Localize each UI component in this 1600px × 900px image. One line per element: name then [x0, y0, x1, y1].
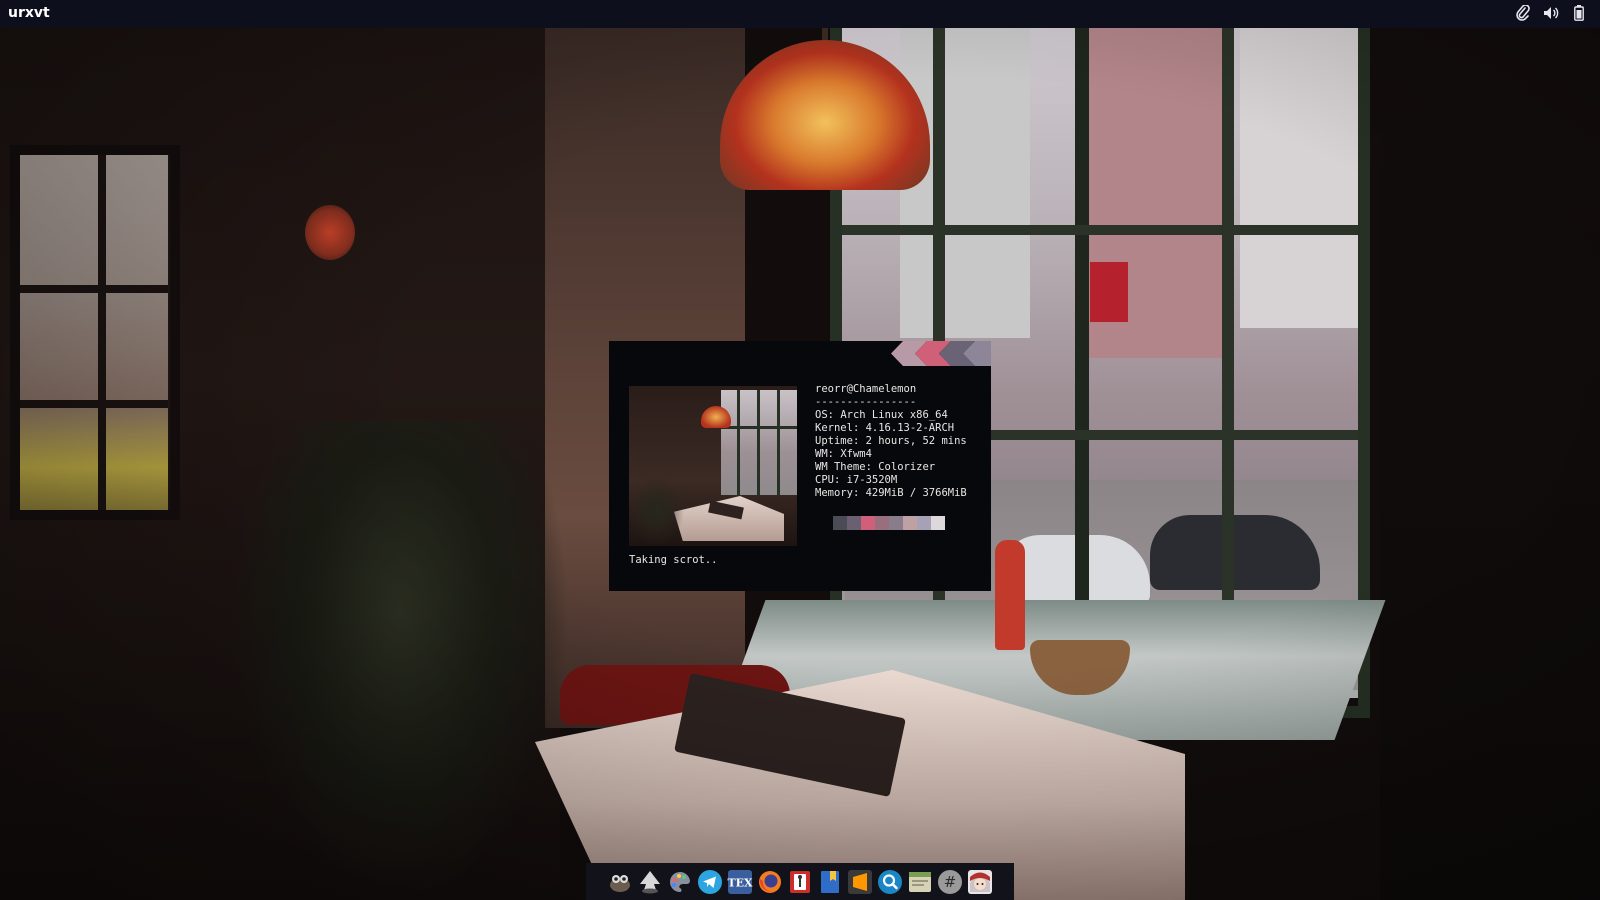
system-info: reorr@Chamelemon ---------------- OS: Arch… — [815, 383, 967, 500]
gimp-icon[interactable] — [606, 868, 634, 896]
user-host: reorr@Chamelemon — [815, 383, 917, 395]
wallpaper-thumbnail — [629, 386, 797, 546]
tex-icon[interactable]: TEX — [726, 868, 754, 896]
search-icon[interactable] — [876, 868, 904, 896]
info-value: Colorizer — [878, 461, 936, 473]
sublime-text-icon[interactable] — [846, 868, 874, 896]
info-value: 4.16.13-2-ARCH — [865, 422, 955, 434]
info-line: Uptime: 2 hours, 52 mins — [815, 435, 967, 447]
info-key: OS — [815, 409, 828, 421]
info-line: OS: Arch Linux x86_64 — [815, 409, 948, 421]
tex-icon-label: TEX — [727, 876, 753, 889]
palette-swatch — [917, 516, 931, 530]
window-title-decoration — [891, 341, 991, 366]
application-dock: TEX # — [586, 863, 1014, 900]
info-value: 2 hours, 52 mins — [865, 435, 967, 447]
telegram-icon[interactable] — [696, 868, 724, 896]
active-window-title: urxvt — [8, 5, 50, 21]
top-panel: urxvt — [0, 0, 1600, 28]
info-value: Arch Linux x86_64 — [840, 409, 948, 421]
info-value: i7-3520M — [846, 474, 898, 486]
separator-line: ---------------- — [815, 396, 917, 408]
file-manager-icon[interactable] — [906, 868, 934, 896]
info-key: WM — [815, 448, 828, 460]
info-key: Memory — [815, 487, 853, 499]
system-tray — [1514, 4, 1588, 22]
info-line: Memory: 429MiB / 3766MiB — [815, 487, 967, 499]
info-value: 429MiB / 3766MiB — [865, 487, 967, 499]
info-key: WM Theme — [815, 461, 866, 473]
info-key: Uptime — [815, 435, 853, 447]
keepass-icon[interactable] — [786, 868, 814, 896]
inkscape-icon[interactable] — [636, 868, 664, 896]
color-palette-strip — [833, 516, 945, 530]
palette-swatch — [889, 516, 903, 530]
info-line: Kernel: 4.16.13-2-ARCH — [815, 422, 955, 434]
palette-swatch — [875, 516, 889, 530]
firefox-icon[interactable] — [756, 868, 784, 896]
info-key: CPU — [815, 474, 834, 486]
info-value: Xfwm4 — [840, 448, 872, 460]
terminal-window[interactable]: reorr@Chamelemon ---------------- OS: Arch… — [609, 341, 991, 591]
bookmark-icon[interactable] — [816, 868, 844, 896]
palette-swatch — [861, 516, 875, 530]
palette-swatch — [847, 516, 861, 530]
terminal-hash-label: # — [944, 873, 957, 891]
volume-icon[interactable] — [1542, 4, 1560, 22]
info-line: WM: Xfwm4 — [815, 448, 872, 460]
palette-swatch — [833, 516, 847, 530]
info-key: Kernel — [815, 422, 853, 434]
info-line: WM Theme: Colorizer — [815, 461, 936, 473]
terminal-hash-icon[interactable]: # — [936, 868, 964, 896]
palette-swatch — [931, 516, 945, 530]
paperclip-icon[interactable] — [1514, 4, 1532, 22]
battery-icon[interactable] — [1570, 4, 1588, 22]
avatar-icon[interactable] — [966, 868, 994, 896]
terminal-status-line: Taking scrot.. — [629, 554, 718, 566]
info-line: CPU: i7-3520M — [815, 474, 898, 486]
palette-swatch — [903, 516, 917, 530]
color-palette-icon[interactable] — [666, 868, 694, 896]
